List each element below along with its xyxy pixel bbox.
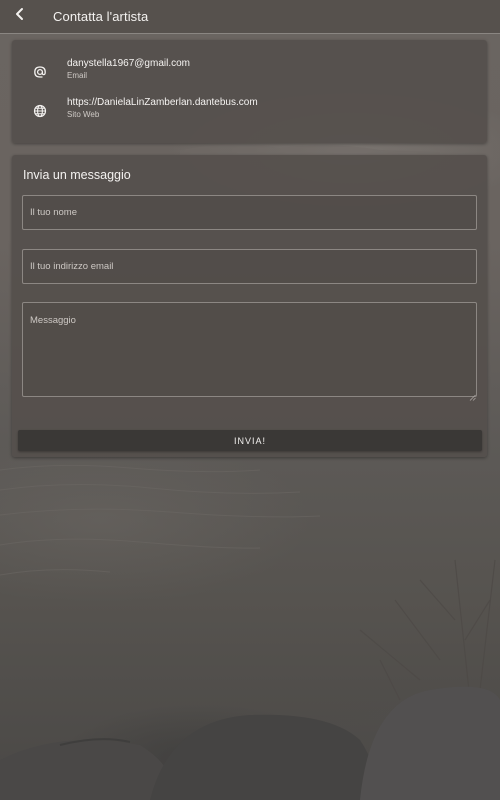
email-label: Email [67, 71, 88, 80]
website-value: https://DanielaLinZamberlan.dantebus.com [67, 97, 258, 108]
globe-icon [30, 101, 50, 121]
send-button[interactable]: INVIA! [18, 430, 482, 451]
email-value: danystella1967@gmail.com [67, 58, 190, 69]
message-form-card: Invia un messaggio INVIA! [12, 155, 487, 457]
contact-item-email[interactable]: danystella1967@gmail.com Email [12, 57, 487, 87]
message-field[interactable] [22, 302, 477, 397]
name-field[interactable] [22, 195, 477, 230]
at-icon [30, 62, 50, 82]
resize-grip-icon[interactable] [469, 388, 476, 401]
contact-info-card: danystella1967@gmail.com Email https://D… [12, 40, 487, 143]
website-label: Sito Web [67, 110, 100, 119]
page-title: Contatta l'artista [53, 9, 149, 24]
email-field[interactable] [22, 249, 477, 284]
form-title: Invia un messaggio [23, 168, 131, 182]
back-button[interactable] [2, 0, 38, 34]
arrow-back-icon [13, 7, 27, 26]
contact-item-website[interactable]: https://DanielaLinZamberlan.dantebus.com… [12, 96, 487, 126]
app-bar: Contatta l'artista [0, 0, 500, 34]
